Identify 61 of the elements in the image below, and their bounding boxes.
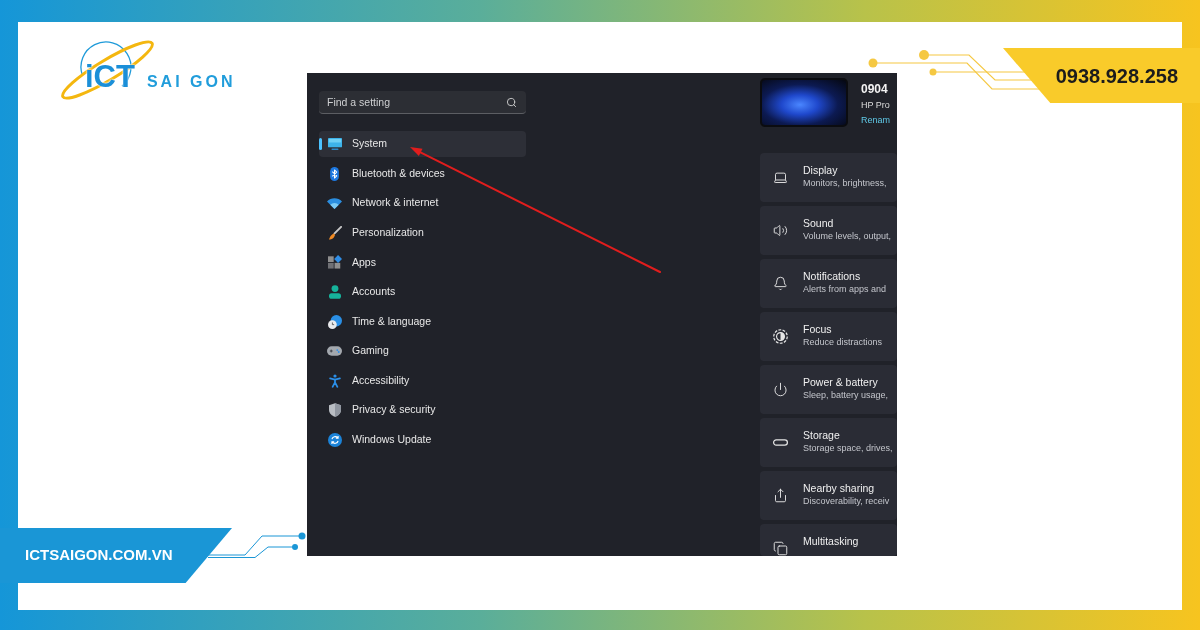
power-icon <box>773 382 788 397</box>
settings-card[interactable]: Storage Storage space, drives, <box>760 418 897 467</box>
speaker-icon <box>773 223 788 238</box>
monitor-icon <box>327 138 342 150</box>
focus-icon <box>773 329 788 344</box>
settings-card[interactable]: Sound Volume levels, output, <box>760 206 897 255</box>
overlapping-windows-icon <box>773 541 788 556</box>
gamepad-icon <box>327 346 342 357</box>
nav-item[interactable]: Network & internet <box>319 190 526 217</box>
nav-item[interactable]: Gaming <box>319 338 526 365</box>
storage-drive-icon <box>773 439 788 446</box>
settings-card[interactable]: Display Monitors, brightness, <box>760 153 897 202</box>
settings-card[interactable]: Multitasking <box>760 524 897 556</box>
nav-item[interactable]: Apps <box>319 249 526 276</box>
card-title: Notifications <box>803 270 862 283</box>
phone-number: 0938.928.258 <box>1055 63 1178 89</box>
search-icon <box>506 97 517 108</box>
device-name: 0904 <box>861 82 889 97</box>
refresh-icon <box>327 432 342 447</box>
nav-item[interactable]: Accounts <box>319 278 526 305</box>
apps-grid-icon <box>327 255 342 270</box>
card-title: Power & battery <box>803 376 879 389</box>
nav-item[interactable]: Time & language <box>319 308 526 335</box>
nav-item[interactable]: Accessibility <box>319 367 526 394</box>
settings-card[interactable]: Power & battery Sleep, battery usage, <box>760 365 897 414</box>
bluetooth-icon <box>330 166 339 181</box>
paintbrush-icon <box>327 225 342 240</box>
person-icon <box>328 284 341 299</box>
card-subtitle: Storage space, drives, <box>803 443 893 454</box>
card-subtitle: Reduce distractions <box>803 337 883 348</box>
card-subtitle: Alerts from apps and <box>803 284 887 295</box>
card-title: Display <box>803 164 839 177</box>
nav-item[interactable]: Windows Update <box>319 426 526 453</box>
card-title: Nearby sharing <box>803 482 876 495</box>
laptop-icon <box>773 170 788 185</box>
card-title: Focus <box>803 323 833 336</box>
search-field[interactable]: Find a setting <box>319 91 526 114</box>
card-title: Multitasking <box>803 535 859 548</box>
nav-item[interactable]: System <box>319 131 526 157</box>
accessibility-icon <box>328 373 341 388</box>
share-icon <box>773 488 788 503</box>
settings-card[interactable]: Notifications Alerts from apps and <box>760 259 897 308</box>
wifi-icon <box>327 197 342 209</box>
settings-card[interactable]: Nearby sharing Discoverability, receiv <box>760 471 897 520</box>
nav-item[interactable]: Personalization <box>319 219 526 246</box>
rename-link[interactable]: Renam <box>861 114 890 126</box>
card-subtitle: Discoverability, receiv <box>803 496 890 507</box>
device-model: HP Pro <box>861 99 890 111</box>
globe-clock-icon <box>327 314 342 329</box>
card-subtitle: Sleep, battery usage, <box>803 390 889 401</box>
card-subtitle: Monitors, brightness, <box>803 178 887 189</box>
card-title: Storage <box>803 429 841 442</box>
card-title: Sound <box>803 217 835 230</box>
shield-icon <box>328 403 341 418</box>
logo-text: SAI GON <box>146 74 236 90</box>
settings-card[interactable]: Focus Reduce distractions <box>760 312 897 361</box>
nav-item[interactable]: Privacy & security <box>319 397 526 424</box>
website-address: ICTSAIGON.COM.VN <box>25 545 173 566</box>
card-subtitle: Volume levels, output, <box>803 231 892 242</box>
nav-item[interactable]: Bluetooth & devices <box>319 160 526 187</box>
bell-icon <box>773 276 788 291</box>
